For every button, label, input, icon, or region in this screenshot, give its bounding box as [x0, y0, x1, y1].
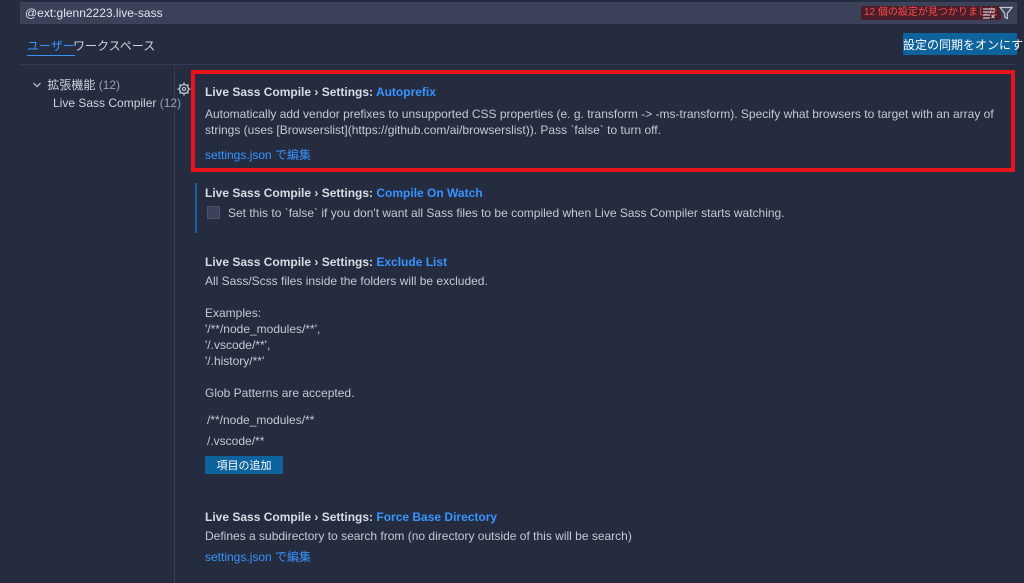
setting-title: Live Sass Compile › Settings: Force Base… — [205, 510, 995, 524]
description-line: Examples: — [205, 306, 262, 320]
setting-description: Automatically add vendor prefixes to uns… — [205, 107, 994, 137]
tree-item-label: Live Sass Compiler — [53, 96, 157, 110]
tree-group-count: (12) — [98, 78, 121, 92]
setting-key: Autoprefix — [375, 85, 436, 99]
setting-category: Live Sass Compile › Settings: — [205, 255, 377, 269]
gear-icon[interactable] — [177, 82, 191, 96]
tree-item-count: (12) — [159, 96, 182, 110]
setting-description: Set this to `false` if you don't want al… — [228, 206, 785, 220]
settings-editor: 12 個の設定が見つかりました ユーザー ワークスペース 設定の同期をオンにする… — [0, 0, 1024, 583]
tree-group-label: 拡張機能 — [47, 78, 96, 92]
setting-compile-on-watch: Live Sass Compile › Settings: Compile On… — [205, 186, 995, 200]
setting-key: Force Base Directory — [376, 510, 498, 524]
setting-title: Live Sass Compile › Settings: Autoprefix — [205, 85, 995, 99]
edit-in-settings-json-link[interactable]: settings.json で編集 — [205, 148, 311, 162]
setting-category: Live Sass Compile › Settings: — [205, 85, 376, 99]
description-line — [205, 289, 995, 305]
setting-category: Live Sass Compile › Settings: — [205, 510, 377, 524]
setting-description: Defines a subdirectory to search from (n… — [205, 529, 632, 543]
setting-exclude-list: Live Sass Compile › Settings: Exclude Li… — [205, 255, 995, 401]
exclude-list-item[interactable]: /**/node_modules/** — [207, 413, 314, 427]
chevron-down-icon — [32, 79, 44, 93]
setting-force-base-directory: Live Sass Compile › Settings: Force Base… — [205, 510, 995, 566]
clear-filter-icon[interactable] — [982, 6, 996, 20]
description-line: All Sass/Scss files inside the folders w… — [205, 274, 488, 288]
exclude-list-item[interactable]: /.vscode/** — [207, 434, 264, 448]
tree-item-live-sass-compiler[interactable]: Live Sass Compiler (12) — [53, 96, 181, 110]
setting-category: Live Sass Compile › Settings: — [205, 186, 377, 200]
description-line: '/.history/**' — [205, 354, 265, 368]
search-bar: 12 個の設定が見つかりました — [20, 2, 1017, 24]
setting-description: All Sass/Scss files inside the folders w… — [205, 273, 995, 401]
tree-group-extensions[interactable]: 拡張機能 (12) — [32, 76, 120, 93]
tab-workspace[interactable]: ワークスペース — [73, 38, 155, 56]
focus-indicator — [195, 183, 197, 233]
setting-key: Exclude List — [376, 255, 448, 269]
header-divider — [20, 64, 1017, 65]
setting-title: Live Sass Compile › Settings: Compile On… — [205, 186, 995, 200]
edit-in-settings-json-link[interactable]: settings.json で編集 — [205, 550, 311, 564]
sync-settings-button[interactable]: 設定の同期をオンにする — [903, 33, 1024, 55]
tab-user[interactable]: ユーザー — [27, 38, 75, 56]
description-line: Glob Patterns are accepted. — [205, 386, 355, 400]
setting-autoprefix: Live Sass Compile › Settings: Autoprefix… — [205, 85, 995, 164]
result-count-badge: 12 個の設定が見つかりました — [861, 6, 1001, 20]
filter-icon[interactable] — [998, 6, 1014, 20]
add-item-button[interactable]: 項目の追加 — [205, 456, 283, 474]
description-line: '/.vscode/**', — [205, 338, 271, 352]
sidebar-divider — [174, 65, 175, 583]
search-input[interactable] — [25, 5, 625, 21]
setting-key: Compile On Watch — [376, 186, 483, 200]
description-line: '/**/node_modules/**', — [205, 322, 321, 336]
compile-on-watch-checkbox[interactable] — [207, 206, 220, 219]
setting-title: Live Sass Compile › Settings: Exclude Li… — [205, 255, 995, 269]
description-line — [205, 369, 995, 385]
